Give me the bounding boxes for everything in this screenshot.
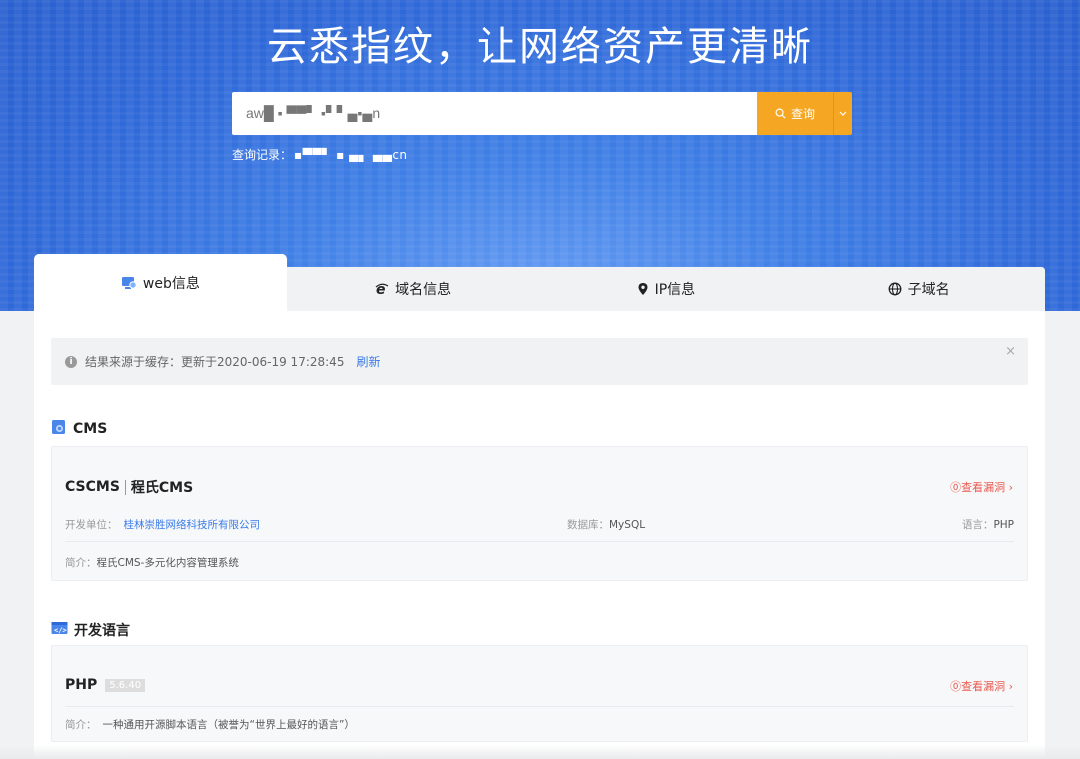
tab-web-info[interactable]: web信息 <box>34 254 287 311</box>
language-view-vulnerabilities-link[interactable]: ⓪查看漏洞 › <box>950 678 1013 694</box>
ie-icon: e <box>375 282 389 296</box>
cms-view-vulnerabilities-link[interactable]: ⓪查看漏洞 › <box>950 479 1013 495</box>
divider <box>65 541 1014 542</box>
language-heading-label: 开发语言 <box>74 623 130 639</box>
cache-notice-text: 结果来源于缓存：更新于2020-06-19 17:28:45 <box>85 355 345 369</box>
cache-notice: i 结果来源于缓存：更新于2020-06-19 17:28:45 刷新 × <box>51 338 1028 385</box>
intro-text: 程氏CMS-多元化内容管理系统 <box>96 557 239 569</box>
cms-heading-label: CMS <box>73 421 108 437</box>
cms-name-cn: 程氏CMS <box>130 480 194 496</box>
tab-subdomain-label: 子域名 <box>907 282 950 298</box>
tab-subdomain[interactable]: 子域名 <box>792 267 1045 311</box>
intro-text: 一种通用开源脚本语言（被誉为“世界上最好的语言”） <box>102 719 355 731</box>
cms-icon <box>51 419 67 439</box>
history-link[interactable]: ▪▀▀▘ ▪ ▄▖ ▄▄cn <box>294 148 408 162</box>
close-icon[interactable]: × <box>1005 344 1016 359</box>
chevron-down-icon <box>839 111 847 116</box>
hero-title: 云悉指纹，让网络资产更清晰 <box>267 24 813 70</box>
globe-icon <box>888 282 902 296</box>
language-title: PHP 5.6.40 <box>65 677 146 693</box>
version-badge: 5.6.40 <box>105 678 146 692</box>
language-label: 语言： <box>961 519 994 531</box>
developer-label: 开发单位： <box>65 519 118 531</box>
tab-bar: web信息 e 域名信息 IP信息 子域名 <box>34 254 1045 311</box>
code-icon: </> <box>51 621 68 639</box>
cms-name: CSCMS <box>65 479 120 495</box>
tab-ip-info[interactable]: IP信息 <box>540 267 793 311</box>
title-separator <box>124 479 126 495</box>
search-dropdown-toggle[interactable] <box>833 92 852 135</box>
search-button[interactable]: 查询 <box>757 92 833 135</box>
database-label: 数据库： <box>567 519 609 531</box>
cms-section-heading: CMS <box>51 419 107 439</box>
refresh-link[interactable]: 刷新 <box>356 353 380 370</box>
history-label: 查询记录： <box>232 148 293 162</box>
search-history: 查询记录： ▪▀▀▘ ▪ ▄▖ ▄▄cn <box>232 146 408 163</box>
language-panel: PHP 5.6.40 ⓪查看漏洞 › 简介： 一种通用开源脚本语言（被誉为“世界… <box>51 645 1028 742</box>
search-icon <box>775 108 786 119</box>
cms-title: CSCMS 程氏CMS <box>65 477 193 497</box>
info-icon: i <box>65 355 77 368</box>
tab-domain-info-label: 域名信息 <box>395 282 452 298</box>
divider <box>65 706 1014 707</box>
tab-web-info-label: web信息 <box>142 275 200 292</box>
cms-panel: CSCMS 程氏CMS ⓪查看漏洞 › 开发单位： 桂林崇胜网络科技所有限公司 … <box>51 446 1028 581</box>
search-input[interactable] <box>232 92 757 135</box>
database-field: 数据库：MySQL <box>567 517 645 532</box>
language-value: PHP <box>993 519 1014 531</box>
bottom-fade <box>0 745 1080 759</box>
tab-domain-info[interactable]: e 域名信息 <box>287 267 540 311</box>
tab-ip-info-label: IP信息 <box>654 282 696 298</box>
result-card: web信息 e 域名信息 IP信息 子域名 i 结果来源于缓存：更新于2020-… <box>34 254 1045 759</box>
monitor-icon <box>121 276 137 290</box>
search-button-label: 查询 <box>790 107 815 121</box>
svg-text:</>: </> <box>54 627 67 635</box>
cms-meta-row: 开发单位： 桂林崇胜网络科技所有限公司 数据库：MySQL 语言：PHP <box>65 517 1014 532</box>
search-box: 查询 <box>232 92 852 135</box>
intro-label: 简介： <box>65 557 97 569</box>
developer-link[interactable]: 桂林崇胜网络科技所有限公司 <box>124 517 261 532</box>
language-name: PHP <box>65 677 98 693</box>
database-value: MySQL <box>609 519 646 531</box>
intro-label: 简介： <box>65 719 97 731</box>
language-section-heading: </> 开发语言 <box>51 620 130 640</box>
cms-intro-row: 简介： 程氏CMS-多元化内容管理系统 <box>65 555 239 570</box>
location-pin-icon <box>637 282 649 296</box>
language-intro-row: 简介： 一种通用开源脚本语言（被誉为“世界上最好的语言”） <box>65 717 355 732</box>
language-field: 语言：PHP <box>962 517 1014 532</box>
